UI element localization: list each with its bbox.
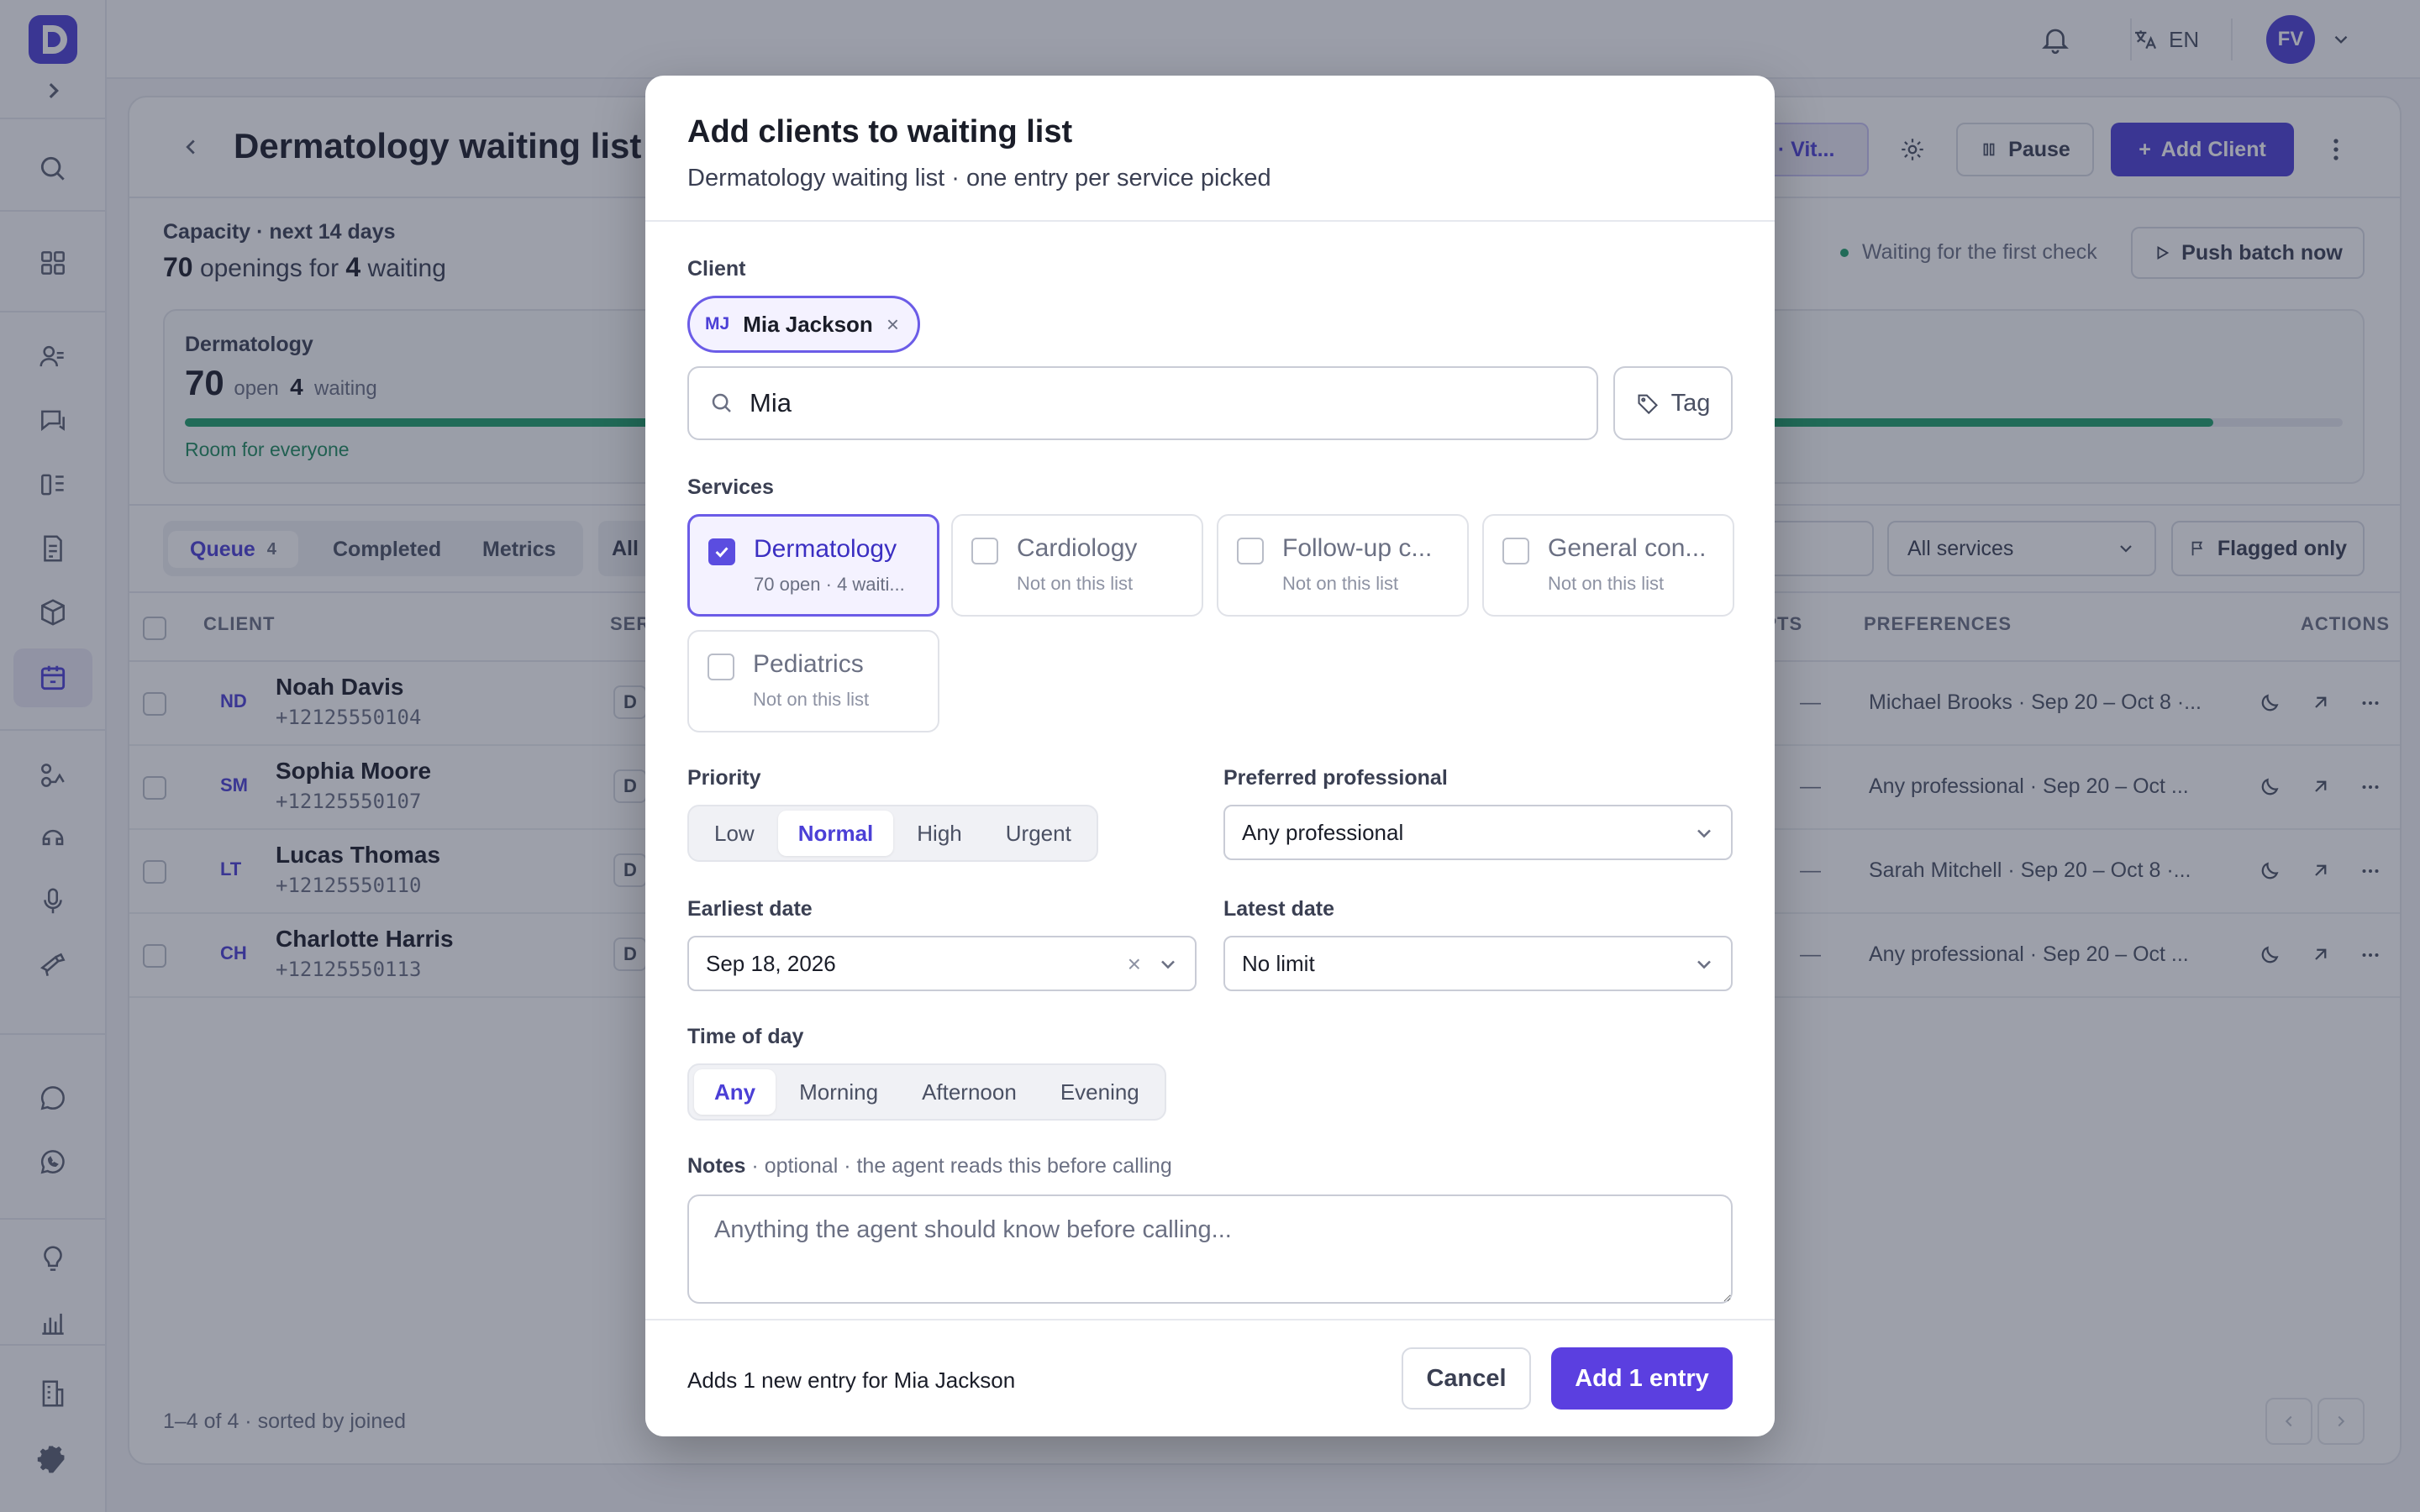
service-name: Pediatrics [753, 650, 864, 678]
priority-option[interactable]: High [897, 811, 981, 856]
latest-date-picker[interactable]: No limit [1223, 936, 1733, 991]
service-meta: Not on this list [1548, 573, 1665, 594]
services-label: Services [687, 475, 774, 499]
priority-option[interactable]: Low [694, 811, 775, 856]
priority-segmented-control: Low Normal High Urgent [687, 805, 1098, 862]
cancel-button[interactable]: Cancel [1402, 1347, 1531, 1410]
time-of-day-option[interactable]: Afternoon [902, 1069, 1037, 1115]
service-meta: 70 open · 4 waiti... [754, 574, 905, 595]
tag-icon [1638, 394, 1658, 415]
remove-client-icon[interactable]: × [886, 313, 899, 335]
service-name: General con... [1548, 534, 1707, 562]
service-name: Dermatology [754, 535, 897, 563]
clear-date-icon[interactable]: × [1128, 953, 1141, 976]
tag-button[interactable]: Tag [1613, 366, 1733, 440]
checkmark-icon [715, 547, 729, 558]
client-label: Client [687, 257, 746, 281]
client-search-input[interactable] [750, 388, 1506, 418]
client-search-field [687, 366, 1598, 440]
priority-label: Priority [687, 766, 761, 790]
modal-title: Add clients to waiting list [687, 114, 1073, 150]
chevron-down-icon [1161, 960, 1175, 969]
preferred-professional-value: Any professional [1242, 819, 1404, 845]
time-of-day-option[interactable]: Any [694, 1069, 776, 1115]
chevron-down-icon [1697, 960, 1711, 969]
service-option[interactable]: Pediatrics Not on this list [687, 630, 939, 732]
priority-option[interactable]: Normal [777, 811, 894, 856]
service-option[interactable]: Follow-up c... Not on this list [1217, 514, 1469, 617]
latest-date-label: Latest date [1223, 897, 1334, 921]
service-checkbox[interactable] [1502, 538, 1529, 564]
earliest-date-value: Sep 18, 2026 [706, 950, 836, 976]
service-meta: Not on this list [753, 689, 870, 710]
service-option[interactable]: Cardiology Not on this list [951, 514, 1203, 617]
service-option[interactable]: Dermatology 70 open · 4 waiti... [687, 514, 939, 617]
selected-client-chip: MJ Mia Jackson × [687, 296, 921, 353]
add-clients-modal: Add clients to waiting list Dermatology … [645, 76, 1775, 1436]
service-checkbox[interactable] [708, 538, 735, 565]
tag-label: Tag [1670, 389, 1711, 417]
notes-textarea[interactable] [687, 1194, 1733, 1304]
time-of-day-segmented-control: Any Morning Afternoon Evening [687, 1063, 1166, 1121]
modal-subtitle: Dermatology waiting list · one entry per… [687, 165, 1271, 192]
time-of-day-option[interactable]: Morning [779, 1069, 898, 1115]
time-of-day-option[interactable]: Evening [1040, 1069, 1160, 1115]
chevron-down-icon [1697, 829, 1711, 838]
notes-hint: · optional · the agent reads this before… [751, 1154, 1172, 1178]
service-name: Follow-up c... [1282, 534, 1433, 562]
add-entry-button[interactable]: Add 1 entry [1551, 1347, 1733, 1410]
notes-label: Notes · optional · the agent reads this … [687, 1154, 1172, 1178]
client-initials: MJ [705, 314, 730, 333]
client-name: Mia Jackson [743, 311, 873, 337]
time-of-day-label: Time of day [687, 1025, 804, 1048]
service-meta: Not on this list [1282, 573, 1399, 594]
latest-date-value: No limit [1242, 950, 1315, 976]
preferred-professional-label: Preferred professional [1223, 766, 1448, 790]
earliest-date-label: Earliest date [687, 897, 813, 921]
service-checkbox[interactable] [971, 538, 998, 564]
service-meta: Not on this list [1017, 573, 1134, 594]
service-checkbox[interactable] [1237, 538, 1264, 564]
service-checkbox[interactable] [708, 654, 734, 680]
modal-footer: Adds 1 new entry for Mia Jackson Cancel … [645, 1319, 1775, 1436]
service-name: Cardiology [1017, 534, 1138, 562]
service-option[interactable]: General con... Not on this list [1482, 514, 1734, 617]
preferred-professional-select[interactable]: Any professional [1223, 805, 1733, 860]
entry-summary: Adds 1 new entry for Mia Jackson [687, 1368, 1016, 1393]
modal-header: Add clients to waiting list Dermatology … [645, 76, 1775, 222]
earliest-date-picker[interactable]: Sep 18, 2026 × [687, 936, 1197, 991]
priority-option[interactable]: Urgent [986, 811, 1092, 856]
search-icon [712, 393, 731, 412]
